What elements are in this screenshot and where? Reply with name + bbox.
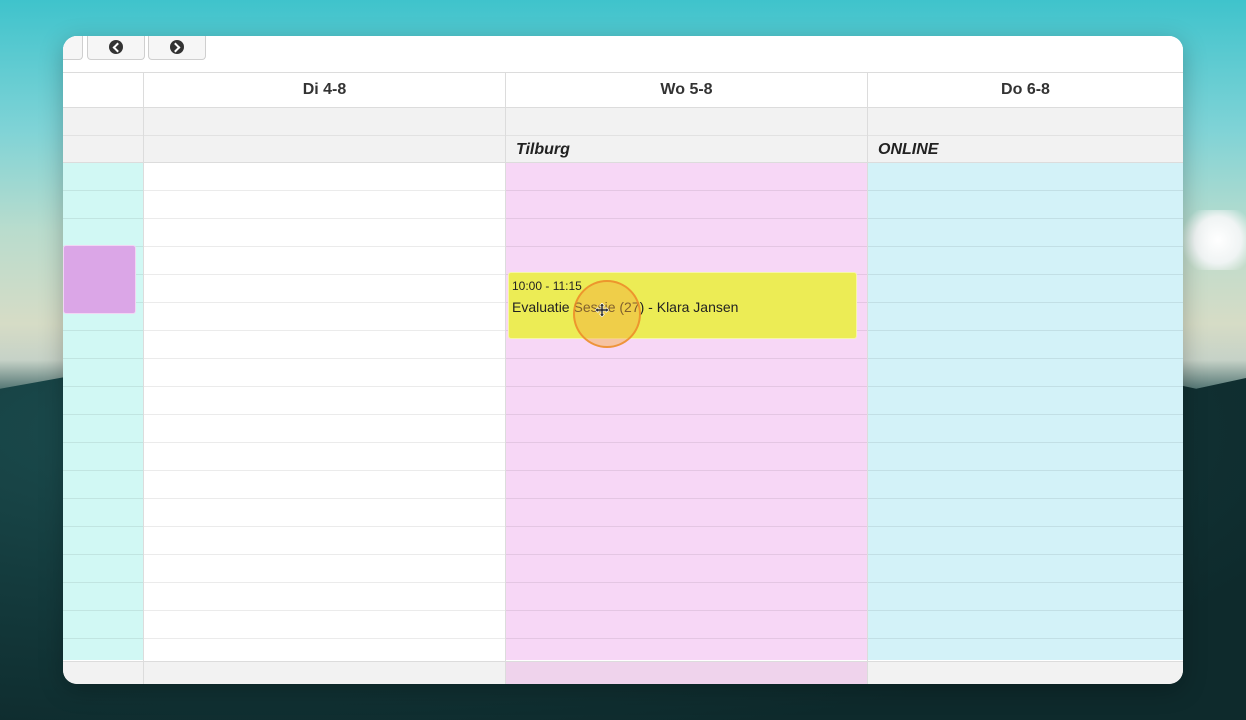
day-column-tuesday: Di 4-8: [144, 73, 506, 684]
calendar-window: Di 4-8 Wo 5-8 Tilburg 10:00 - 11:15 Eval…: [63, 36, 1183, 684]
slot-lines: [868, 163, 1183, 660]
all-day-row[interactable]: [506, 108, 867, 136]
day-header: [63, 73, 143, 108]
today-button[interactable]: [63, 36, 83, 60]
slot-lines: [144, 163, 505, 660]
column-footer: [144, 661, 505, 684]
previous-week-button[interactable]: [87, 36, 145, 60]
location-row: [144, 136, 505, 163]
event-time: 10:00 - 11:15: [512, 279, 582, 293]
day-column-thursday: Do 6-8 ONLINE: [868, 73, 1183, 684]
event-title: Evaluatie Sessie (27) - Klara Jansen: [512, 299, 739, 315]
background-cloud: [1176, 210, 1246, 270]
all-day-row[interactable]: [63, 108, 143, 136]
move-cursor-icon: [595, 303, 609, 317]
day-header: Di 4-8: [144, 73, 505, 108]
calendar-event-purple[interactable]: [63, 245, 136, 314]
arrow-left-circle-icon: [109, 39, 123, 54]
all-day-row[interactable]: [868, 108, 1183, 136]
day-column-monday: [63, 73, 144, 684]
day-column-wednesday: Wo 5-8 Tilburg 10:00 - 11:15 Evaluatie S…: [506, 73, 868, 684]
location-label: ONLINE: [878, 141, 939, 158]
time-slots[interactable]: 10:00 - 11:15 Evaluatie Sessie (27) - Kl…: [506, 163, 867, 660]
day-header: Do 6-8: [868, 73, 1183, 108]
column-footer: [868, 661, 1183, 684]
week-grid: Di 4-8 Wo 5-8 Tilburg 10:00 - 11:15 Eval…: [63, 72, 1183, 684]
calendar-toolbar: [63, 36, 1183, 73]
arrow-right-circle-icon: [170, 39, 184, 54]
slot-lines: [63, 163, 143, 660]
day-header: Wo 5-8: [506, 73, 867, 108]
time-slots[interactable]: [144, 163, 505, 660]
calendar-event[interactable]: 10:00 - 11:15 Evaluatie Sessie (27) - Kl…: [508, 272, 857, 339]
column-footer: [63, 661, 143, 684]
slot-lines: [506, 163, 867, 660]
location-label: Tilburg: [516, 141, 570, 158]
column-footer: [506, 661, 867, 684]
time-slots[interactable]: [63, 163, 143, 660]
time-slots[interactable]: [868, 163, 1183, 660]
location-row: ONLINE: [868, 136, 1183, 163]
all-day-row[interactable]: [144, 108, 505, 136]
location-row: [63, 136, 143, 163]
location-row: Tilburg: [506, 136, 867, 163]
next-week-button[interactable]: [148, 36, 206, 60]
